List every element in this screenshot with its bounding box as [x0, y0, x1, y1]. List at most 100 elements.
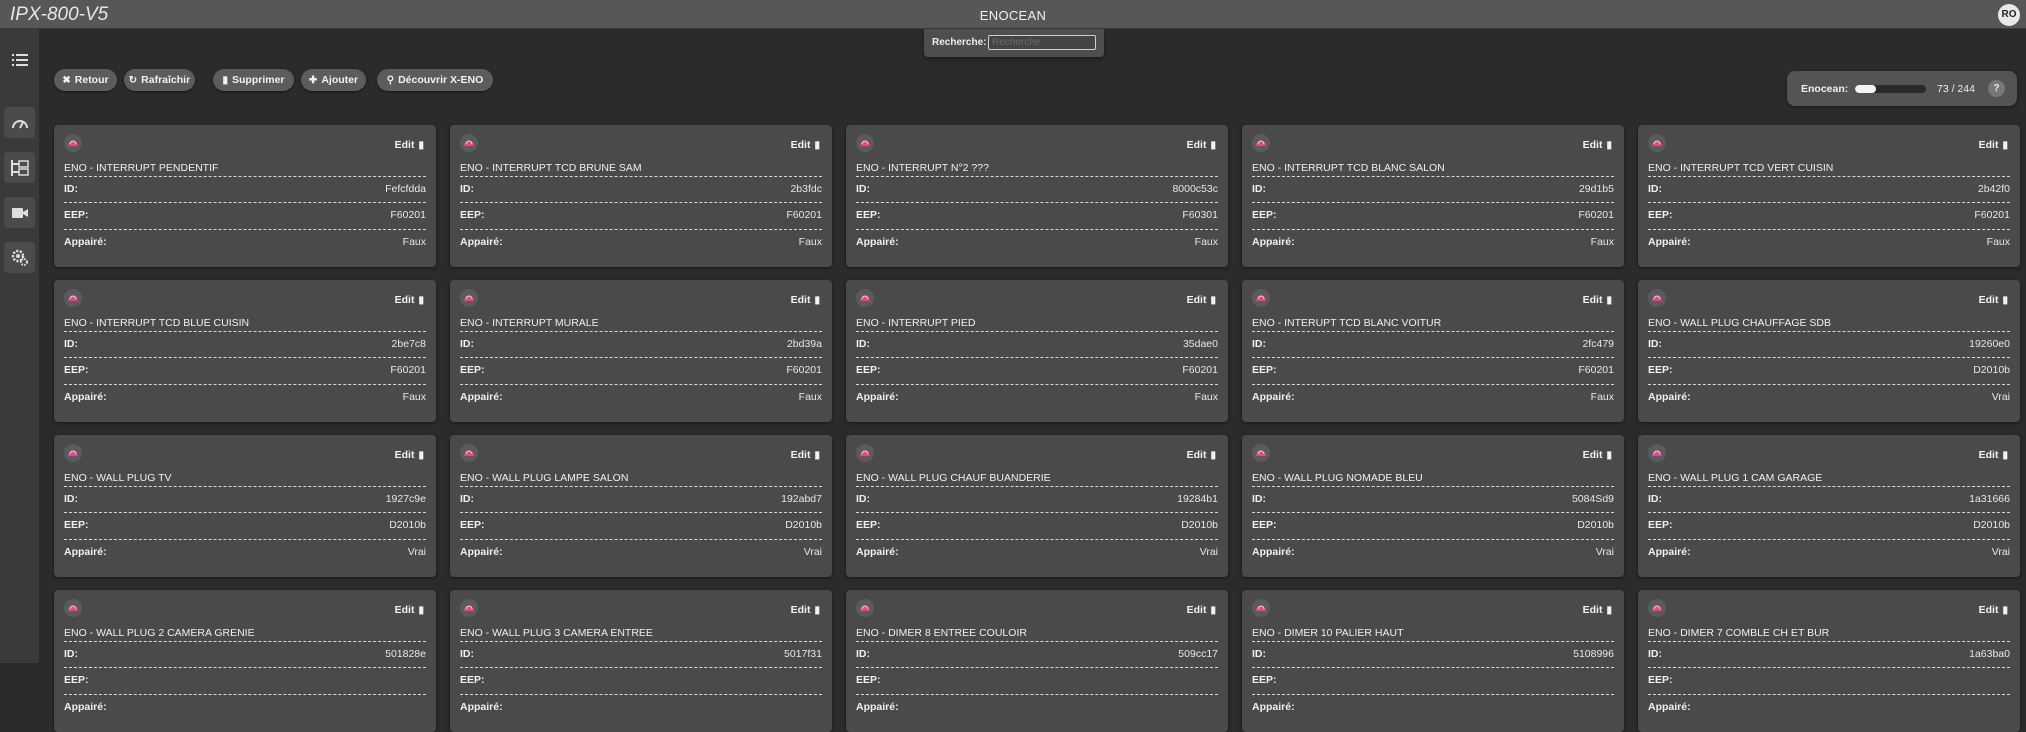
eep-value: F60301 [1182, 209, 1218, 221]
trash-icon[interactable]: ▮ [1606, 140, 1612, 151]
trash-icon[interactable]: ▮ [814, 450, 820, 461]
search-input[interactable] [988, 35, 1096, 50]
trash-icon[interactable]: ▮ [1606, 450, 1612, 461]
id-value: 35dae0 [1182, 338, 1218, 350]
edit-button[interactable]: Edit ▮ [1583, 294, 1612, 306]
paired-value: Faux [402, 236, 426, 248]
device-name: ENO - WALL PLUG CHAUF BUANDERIE [856, 472, 1051, 484]
trash-icon[interactable]: ▮ [2002, 295, 2008, 306]
enocean-device-icon [464, 605, 474, 611]
sidebar-item-links[interactable] [4, 152, 35, 183]
trash-icon[interactable]: ▮ [2002, 605, 2008, 616]
trash-icon[interactable]: ▮ [814, 140, 820, 151]
device-icon [64, 599, 82, 617]
device-eep-row: EEP: F60201 [1648, 202, 2010, 227]
trash-icon[interactable]: ▮ [1606, 605, 1612, 616]
edit-label: Edit [1978, 294, 1999, 306]
device-card: Edit ▮ ENO - WALL PLUG TV ID: 1927c9e EEP… [54, 435, 436, 577]
device-icon [856, 599, 874, 617]
help-button[interactable]: ? [1988, 80, 2005, 97]
id-label: ID: [64, 493, 78, 505]
trash-icon[interactable]: ▮ [814, 295, 820, 306]
enocean-usage-fill [1855, 85, 1877, 93]
device-eep-row: EEP: [64, 667, 426, 692]
device-eep-row: EEP: F60201 [460, 202, 822, 227]
trash-icon[interactable]: ▮ [418, 450, 424, 461]
menu-list-button[interactable] [4, 44, 35, 75]
edit-button[interactable]: Edit ▮ [1583, 139, 1612, 151]
trash-icon[interactable]: ▮ [1210, 605, 1216, 616]
trash-icon[interactable]: ▮ [1606, 295, 1612, 306]
paired-label: Appairé: [856, 391, 899, 403]
trash-icon[interactable]: ▮ [418, 605, 424, 616]
user-avatar[interactable]: RO [1998, 4, 2020, 26]
device-card: Edit ▮ ENO - WALL PLUG 3 CAMERA ENTREE I… [450, 590, 832, 732]
trash-icon[interactable]: ▮ [1210, 295, 1216, 306]
edit-label: Edit [1582, 449, 1603, 461]
trash-icon[interactable]: ▮ [2002, 450, 2008, 461]
edit-button[interactable]: Edit ▮ [1187, 604, 1216, 616]
device-id-row: ID: 2fc479 [1252, 331, 1614, 356]
edit-button[interactable]: Edit ▮ [791, 139, 820, 151]
eep-label: EEP: [64, 519, 89, 531]
back-button[interactable]: ✖ Retour [54, 69, 117, 91]
device-id-row: ID: 29d1b5 [1252, 176, 1614, 201]
trash-icon[interactable]: ▮ [814, 605, 820, 616]
id-value: 192abd7 [781, 493, 822, 505]
eep-value: D2010b [1577, 519, 1614, 531]
device-paired-row: Appairé: Faux [460, 229, 822, 254]
id-label: ID: [1648, 338, 1662, 350]
edit-button[interactable]: Edit ▮ [791, 294, 820, 306]
edit-button[interactable]: Edit ▮ [791, 604, 820, 616]
edit-button[interactable]: Edit ▮ [1187, 139, 1216, 151]
edit-button[interactable]: Edit ▮ [395, 294, 424, 306]
edit-button[interactable]: Edit ▮ [1583, 604, 1612, 616]
sidebar-item-camera[interactable] [4, 197, 35, 228]
id-value: 2fc479 [1582, 338, 1614, 350]
device-eep-row: EEP: F60301 [856, 202, 1218, 227]
sidebar-item-settings[interactable] [4, 242, 35, 273]
trash-icon[interactable]: ▮ [418, 140, 424, 151]
paired-label: Appairé: [1648, 546, 1691, 558]
edit-button[interactable]: Edit ▮ [1187, 449, 1216, 461]
edit-label: Edit [790, 139, 811, 151]
device-paired-row: Appairé: Faux [1648, 229, 2010, 254]
device-paired-row: Appairé: Faux [856, 384, 1218, 409]
device-paired-row: Appairé: Faux [856, 229, 1218, 254]
device-paired-row: Appairé: Vrai [1648, 539, 2010, 564]
sidebar-item-dashboard[interactable] [4, 107, 35, 138]
device-name: ENO - INTERRUPT PIED [856, 317, 976, 329]
eep-value: F60201 [1578, 209, 1614, 221]
trash-icon[interactable]: ▮ [2002, 140, 2008, 151]
refresh-icon: ↻ [128, 74, 138, 86]
edit-label: Edit [394, 604, 415, 616]
delete-button[interactable]: ▮ Supprimer [213, 69, 294, 91]
edit-button[interactable]: Edit ▮ [1979, 139, 2008, 151]
edit-button[interactable]: Edit ▮ [1187, 294, 1216, 306]
x-icon: ✖ [62, 74, 71, 86]
enocean-device-icon [1652, 450, 1662, 456]
trash-icon[interactable]: ▮ [1210, 140, 1216, 151]
refresh-button[interactable]: ↻ Rafraîchir [124, 69, 195, 91]
device-id-row: ID: 19260e0 [1648, 331, 2010, 356]
edit-button[interactable]: Edit ▮ [1979, 294, 2008, 306]
device-eep-row: EEP: F60201 [64, 357, 426, 382]
edit-button[interactable]: Edit ▮ [791, 449, 820, 461]
device-id-row: ID: 8000c53c [856, 176, 1218, 201]
device-name: ENO - INTERRUPT TCD BLANC SALON [1252, 162, 1445, 174]
trash-icon[interactable]: ▮ [418, 295, 424, 306]
edit-button[interactable]: Edit ▮ [1583, 449, 1612, 461]
id-label: ID: [1252, 493, 1266, 505]
id-label: ID: [460, 338, 474, 350]
edit-button[interactable]: Edit ▮ [1979, 604, 2008, 616]
discover-xeno-button[interactable]: ⚲ Découvrir X-ENO [377, 69, 493, 91]
edit-button[interactable]: Edit ▮ [395, 139, 424, 151]
edit-button[interactable]: Edit ▮ [1979, 449, 2008, 461]
edit-button[interactable]: Edit ▮ [395, 604, 424, 616]
device-icon [856, 134, 874, 152]
edit-button[interactable]: Edit ▮ [395, 449, 424, 461]
trash-icon[interactable]: ▮ [1210, 450, 1216, 461]
device-id-row: ID: 192abd7 [460, 486, 822, 511]
add-button[interactable]: ✚ Ajouter [301, 69, 366, 91]
device-eep-row: EEP: [856, 667, 1218, 692]
